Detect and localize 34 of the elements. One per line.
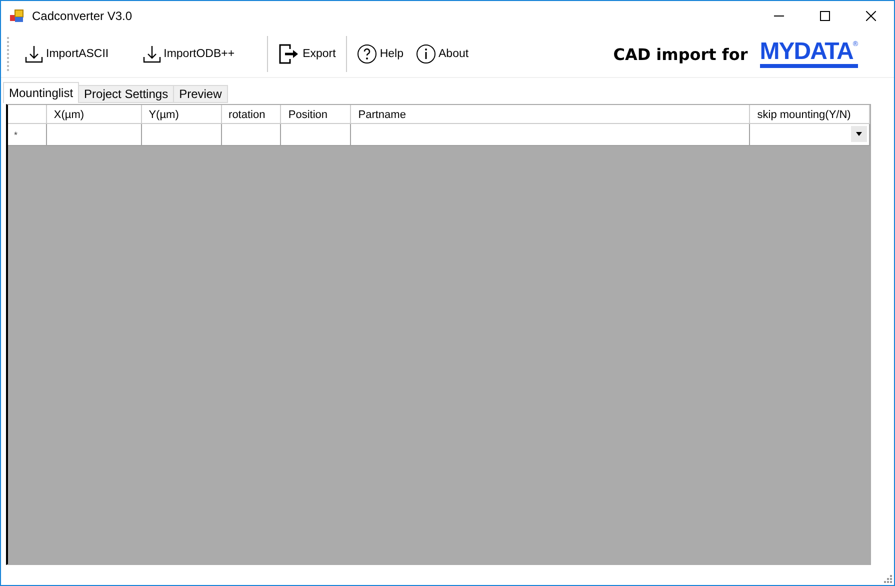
table-cell[interactable] bbox=[46, 124, 142, 146]
table-cell[interactable] bbox=[142, 124, 222, 146]
caret-icon bbox=[856, 132, 862, 136]
table-cell[interactable] bbox=[222, 124, 282, 146]
column-header[interactable]: Y(µm) bbox=[142, 105, 222, 124]
tab[interactable]: Preview bbox=[173, 85, 228, 103]
column-header[interactable]: Position bbox=[281, 105, 352, 124]
table-cell[interactable] bbox=[750, 124, 870, 146]
about-button[interactable]: About bbox=[410, 39, 475, 69]
table-cell[interactable] bbox=[281, 124, 352, 146]
tab[interactable]: Mountinglist bbox=[3, 82, 80, 103]
app-icon bbox=[10, 9, 24, 23]
dropdown-button[interactable] bbox=[850, 126, 867, 142]
help-icon bbox=[356, 44, 377, 64]
import-button[interactable]: ImportASCII bbox=[19, 39, 115, 69]
resize-grip-icon[interactable] bbox=[882, 573, 892, 583]
download-icon bbox=[25, 45, 43, 63]
brand-caption: CAD import for bbox=[613, 44, 748, 64]
tab[interactable]: Project Settings bbox=[78, 85, 174, 103]
table-cell[interactable] bbox=[351, 124, 750, 146]
close-icon bbox=[866, 11, 876, 21]
column-header[interactable]: Partname bbox=[351, 105, 750, 124]
new-row-marker: * bbox=[13, 129, 19, 140]
export-button[interactable]: Export bbox=[272, 39, 342, 69]
download-icon bbox=[142, 45, 161, 63]
column-header[interactable]: skip mounting(Y/N) bbox=[750, 105, 870, 124]
column-header[interactable]: rotation bbox=[222, 105, 282, 124]
window-title: Cadconverter V3.0 bbox=[32, 9, 134, 23]
info-icon bbox=[416, 44, 436, 64]
column-header[interactable]: X(µm) bbox=[46, 105, 142, 124]
export-icon bbox=[278, 43, 300, 65]
maximize-icon bbox=[820, 11, 830, 21]
import-button[interactable]: ImportODB++ bbox=[136, 39, 241, 69]
help-button[interactable]: Help bbox=[350, 39, 410, 69]
